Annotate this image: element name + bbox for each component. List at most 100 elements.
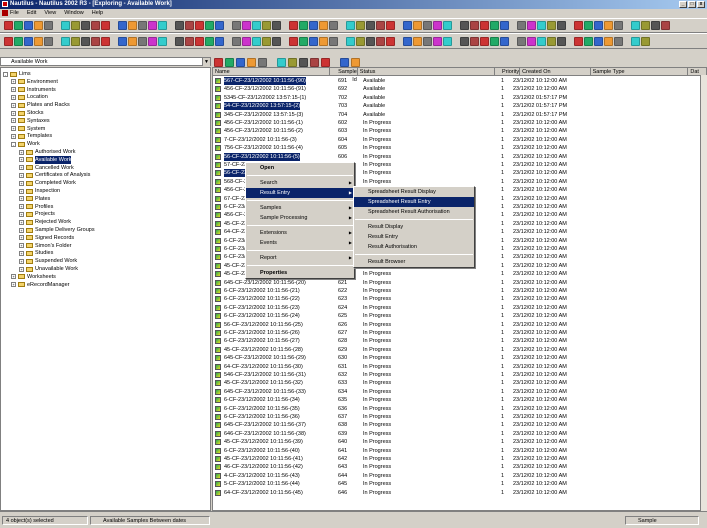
tree-node[interactable]: + Suspended Work (19, 257, 77, 265)
toolbar-button[interactable] (574, 21, 583, 30)
toolbar-button[interactable] (242, 21, 251, 30)
expand-icon[interactable]: + (19, 211, 24, 217)
menu-edit[interactable]: Edit (27, 9, 36, 18)
table-row[interactable]: 45-CF-23/12/2002 10:11:56-(32) 633 In Prog… (213, 379, 706, 387)
menu-item[interactable]: Extensions ▶ (246, 228, 354, 238)
toolbar-button[interactable] (4, 21, 13, 30)
toolbar-button[interactable] (299, 36, 308, 46)
table-row[interactable]: 645-CF-23/12/2002 10:11:56-(33) 634 In Pro… (213, 388, 706, 396)
toolbar-button[interactable] (277, 57, 286, 67)
expand-icon[interactable]: + (19, 219, 24, 225)
toolbar-button[interactable] (236, 57, 245, 67)
toolbar-button[interactable] (158, 36, 167, 46)
expand-icon[interactable]: + (11, 274, 16, 280)
toolbar-button[interactable] (81, 21, 90, 30)
toolbar-button[interactable] (557, 21, 566, 30)
tree-node[interactable]: + eRecordManager (11, 281, 70, 289)
toolbar-button[interactable] (242, 36, 251, 46)
toolbar-button[interactable] (175, 21, 184, 30)
tree-node[interactable]: + Plates and Racks (11, 101, 70, 109)
toolbar-button[interactable] (321, 57, 330, 67)
expand-icon[interactable]: + (19, 180, 24, 186)
tree-node[interactable]: + Rejected Work (19, 218, 71, 226)
expand-icon[interactable]: + (19, 149, 24, 155)
expand-icon[interactable]: + (19, 266, 24, 272)
toolbar-button[interactable] (500, 36, 509, 46)
toolbar-button[interactable] (14, 36, 23, 46)
tree-node[interactable]: + Available Work (19, 155, 72, 164)
expand-icon[interactable]: + (19, 250, 24, 256)
folder-combo[interactable]: Available Work ▼ (0, 57, 211, 66)
toolbar-button[interactable] (215, 36, 224, 46)
tree-node[interactable]: + Cancelled Work (19, 164, 74, 172)
tree-node[interactable]: + Sample Delivery Groups (19, 226, 95, 234)
toolbar-button[interactable] (309, 21, 318, 30)
toolbar-button[interactable] (319, 36, 328, 46)
toolbar-button[interactable] (584, 36, 593, 46)
table-row[interactable]: 4-CF-23/12/2002 10:11:56-(43) 644 In Progr… (213, 472, 706, 480)
toolbar-button[interactable] (195, 36, 204, 46)
toolbar-button[interactable] (470, 36, 479, 46)
tree-node[interactable]: + Environment (11, 78, 58, 86)
table-row[interactable]: 646-CF-23/12/2002 10:11:56-(38) 639 In Pro… (213, 430, 706, 438)
table-row[interactable]: 54-CF-23/12/2002 13:57:15-(2) 703 Availabl… (213, 102, 706, 111)
table-row[interactable]: 6-CF-23/12/2002 10:11:56-(21) 622 In Progr… (213, 287, 706, 295)
collapse-icon[interactable]: - (3, 71, 8, 77)
menu-item[interactable]: Spreadsheet Result Display (354, 187, 474, 197)
toolbar-button[interactable] (490, 36, 499, 46)
table-row[interactable]: 6-CF-23/12/2002 10:11:56-(24) 625 In Progr… (213, 312, 706, 320)
menu-item[interactable]: Events ▶ (246, 238, 354, 248)
toolbar-button[interactable] (225, 57, 234, 67)
toolbar-button[interactable] (44, 36, 53, 46)
toolbar-button[interactable] (470, 21, 479, 30)
vertical-scrollbar[interactable] (700, 75, 707, 511)
mdi-icon[interactable] (2, 10, 8, 16)
tree-node[interactable]: + Templates (11, 132, 52, 140)
toolbar-button[interactable] (433, 21, 442, 30)
table-row[interactable]: 46-CF-23/12/2002 10:11:56-(42) 643 In Prog… (213, 463, 706, 471)
menu-item[interactable]: Open (246, 163, 354, 173)
table-row[interactable]: 6-CF-23/12/2002 10:11:56-(22) 623 In Progr… (213, 295, 706, 303)
toolbar-button[interactable] (329, 21, 338, 30)
toolbar-button[interactable] (661, 21, 670, 30)
table-row[interactable]: 6-CF-23/12/2002 10:11:56-(26) 627 In Progr… (213, 329, 706, 337)
table-row[interactable]: 6-CF-23/12/2002 10:11:56-(35) 636 In Progr… (213, 405, 706, 413)
toolbar-button[interactable] (118, 36, 127, 46)
tree-node[interactable]: + Syntaxes (11, 117, 50, 125)
toolbar-button[interactable] (158, 21, 167, 30)
toolbar-button[interactable] (34, 21, 43, 30)
toolbar-button[interactable] (310, 57, 319, 67)
expand-icon[interactable]: + (11, 110, 16, 116)
expand-icon[interactable]: + (19, 188, 24, 194)
tree-node[interactable]: + Studies (19, 249, 53, 257)
expand-icon[interactable]: + (11, 118, 16, 124)
table-row[interactable]: 64-CF-23/12/2002 10:11:56-(30) 631 In Prog… (213, 363, 706, 371)
toolbar-button[interactable] (386, 21, 395, 30)
table-row[interactable]: 56-CF-23/12/2002 10:11:56-(25) 626 In Prog… (213, 321, 706, 329)
toolbar-button[interactable] (346, 36, 355, 46)
toolbar-button[interactable] (138, 36, 147, 46)
toolbar-button[interactable] (71, 21, 80, 30)
toolbar-button[interactable] (128, 21, 137, 30)
tree-node[interactable]: + Inspection (19, 187, 60, 195)
toolbar-button[interactable] (81, 36, 90, 46)
table-row[interactable]: 56-CF-23/12/2002 10:11:56-(5) 606 In Progr… (213, 152, 706, 161)
toolbar-button[interactable] (91, 21, 100, 30)
toolbar-button[interactable] (272, 21, 281, 30)
table-row[interactable]: 45-CF-23/12/2002 10:11:56-(41) 642 In Prog… (213, 455, 706, 463)
toolbar-button[interactable] (262, 21, 271, 30)
menu-window[interactable]: Window (64, 9, 84, 18)
toolbar-button[interactable] (71, 36, 80, 46)
toolbar-button[interactable] (527, 21, 536, 30)
toolbar-button[interactable] (185, 36, 194, 46)
toolbar-button[interactable] (517, 21, 526, 30)
column-header[interactable]: Name (213, 68, 331, 76)
expand-icon[interactable]: + (19, 165, 24, 171)
close-button[interactable]: x (697, 1, 705, 8)
expand-icon[interactable]: + (19, 227, 24, 233)
collapse-icon[interactable]: - (11, 141, 16, 147)
menu-item[interactable]: Spreadsheet Result Authorisation (354, 207, 474, 217)
tree-node[interactable]: + Unavailable Work (19, 265, 78, 273)
table-row[interactable]: 6-CF-23/12/2002 10:11:56-(34) 635 In Progr… (213, 396, 706, 404)
toolbar-button[interactable] (91, 36, 100, 46)
